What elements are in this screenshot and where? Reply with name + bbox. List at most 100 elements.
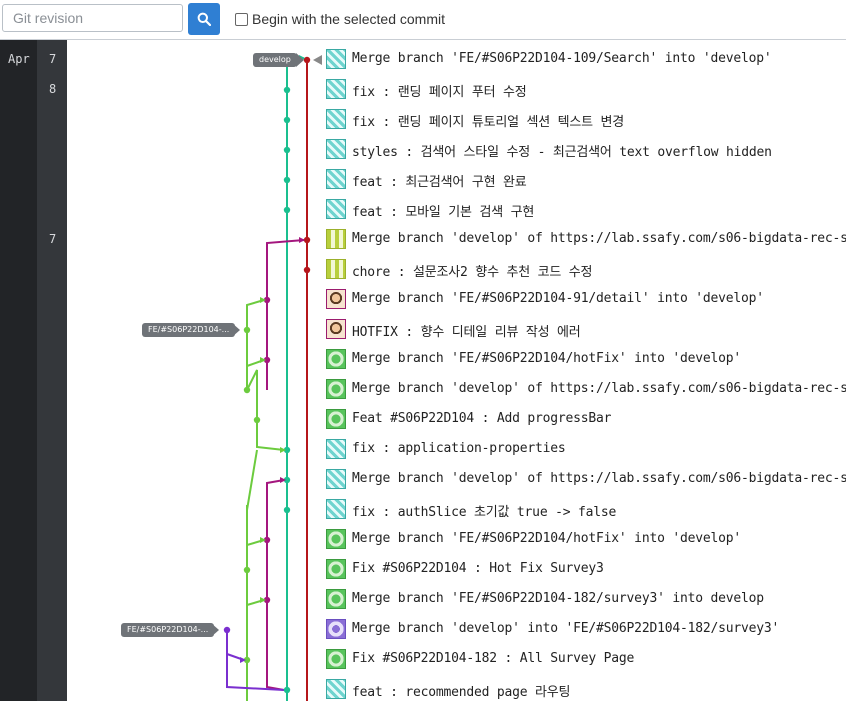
branch-line: [266, 600, 285, 691]
author-avatar: [326, 409, 346, 429]
day-label: 7: [49, 52, 57, 66]
merge-arrow: [299, 237, 305, 243]
author-avatar: [326, 289, 346, 309]
commit-node[interactable]: [283, 506, 291, 514]
commit-row[interactable]: Fix #S06P22D104-182 : All Survey Page: [326, 645, 846, 675]
commit-message: chore : 설문조사2 향수 추천 코드 수정: [352, 265, 593, 280]
commit-node[interactable]: [283, 116, 291, 124]
search-button[interactable]: [188, 3, 220, 35]
author-avatar: [326, 589, 346, 609]
commit-message: Merge branch 'FE/#S06P22D104/hotFix' int…: [352, 351, 741, 366]
commit-row[interactable]: Fix #S06P22D104 : Hot Fix Survey3: [326, 555, 846, 585]
commit-node[interactable]: [243, 566, 251, 574]
author-avatar: [326, 529, 346, 549]
commit-message: Feat #S06P22D104 : Add progressBar: [352, 411, 612, 426]
ref-tag-fe-branch[interactable]: FE/#S06P22D104-...: [142, 323, 236, 337]
commit-row[interactable]: fix : 랜딩 페이지 튜토리얼 섹션 텍스트 변경: [326, 105, 846, 135]
commit-message: feat : recommended page 라우팅: [352, 685, 571, 700]
commit-message: Merge branch 'develop' of https://lab.ss…: [352, 471, 846, 486]
author-avatar: [326, 259, 346, 279]
commit-message: feat : 모바일 기본 검색 구현: [352, 205, 535, 220]
commit-row[interactable]: Merge branch 'FE/#S06P22D104/hotFix' int…: [326, 525, 846, 555]
ref-tag-fe-branch[interactable]: FE/#S06P22D104-...: [121, 623, 215, 637]
commit-message: Merge branch 'FE/#S06P22D104-109/Search'…: [352, 51, 772, 66]
commit-message: Merge branch 'develop' of https://lab.ss…: [352, 231, 846, 246]
author-avatar: [326, 469, 346, 489]
branch-line: [246, 539, 265, 570]
ref-tag-pointer: [211, 623, 219, 637]
commit-row[interactable]: Merge branch 'develop' of https://lab.ss…: [326, 225, 846, 255]
author-avatar: [326, 559, 346, 579]
git-revision-input[interactable]: [2, 4, 183, 32]
commit-message: Fix #S06P22D104 : Hot Fix Survey3: [352, 561, 604, 576]
commit-message: fix : application-properties: [352, 441, 566, 456]
commit-row[interactable]: styles : 검색어 스타일 수정 - 최근검색어 text overflo…: [326, 135, 846, 165]
ref-tag-pointer: [232, 323, 240, 337]
commit-message: Merge branch 'develop' into 'FE/#S06P22D…: [352, 621, 780, 636]
month-column: [0, 40, 37, 701]
commit-message: Merge branch 'FE/#S06P22D104/hotFix' int…: [352, 531, 741, 546]
commit-message: fix : 랜딩 페이지 푸터 수정: [352, 85, 527, 100]
commit-message: feat : 최근검색어 구현 완료: [352, 175, 527, 190]
author-avatar: [326, 139, 346, 159]
commit-row[interactable]: fix : authSlice 초기값 true -> false: [326, 495, 846, 525]
commit-row[interactable]: Merge branch 'FE/#S06P22D104/hotFix' int…: [326, 345, 846, 375]
commit-row[interactable]: feat : 최근검색어 구현 완료: [326, 165, 846, 195]
commit-node[interactable]: [283, 146, 291, 154]
branch-line: [266, 479, 285, 540]
author-avatar: [326, 199, 346, 219]
commit-node[interactable]: [253, 416, 261, 424]
author-avatar: [326, 229, 346, 249]
author-avatar: [326, 49, 346, 69]
commit-row[interactable]: Merge branch 'develop' of https://lab.ss…: [326, 465, 846, 495]
author-avatar: [326, 79, 346, 99]
author-avatar: [326, 379, 346, 399]
commit-message: Merge branch 'FE/#S06P22D104-182/survey3…: [352, 591, 764, 606]
commit-node[interactable]: [283, 176, 291, 184]
commit-node[interactable]: [283, 686, 291, 694]
author-avatar: [326, 319, 346, 339]
commit-row[interactable]: chore : 설문조사2 향수 추천 코드 수정: [326, 255, 846, 285]
commit-row[interactable]: Merge branch 'FE/#S06P22D104-182/survey3…: [326, 585, 846, 615]
day-column: [37, 40, 67, 701]
commit-node[interactable]: [303, 56, 311, 64]
commit-node[interactable]: [283, 206, 291, 214]
commit-message: Merge branch 'FE/#S06P22D104-91/detail' …: [352, 291, 764, 306]
toolbar: Begin with the selected commit: [0, 0, 846, 40]
commit-message: fix : authSlice 초기값 true -> false: [352, 505, 617, 520]
begin-with-selected-commit-option[interactable]: Begin with the selected commit: [235, 11, 445, 27]
begin-with-selected-commit-checkbox[interactable]: [235, 12, 248, 26]
author-avatar: [326, 649, 346, 669]
begin-with-selected-commit-label: Begin with the selected commit: [252, 11, 445, 27]
commit-row[interactable]: Feat #S06P22D104 : Add progressBar: [326, 405, 846, 435]
commit-message: HOTFIX : 향수 디테일 리뷰 작성 에러: [352, 325, 581, 340]
branch-line: [246, 449, 258, 511]
commit-node[interactable]: [243, 326, 251, 334]
ref-tag-develop[interactable]: develop: [253, 53, 297, 67]
author-avatar: [326, 349, 346, 369]
commit-row[interactable]: Merge branch 'develop' of https://lab.ss…: [326, 375, 846, 405]
commit-graph: [223, 55, 311, 701]
commit-row[interactable]: Merge branch 'FE/#S06P22D104-91/detail' …: [326, 285, 846, 315]
commit-row[interactable]: fix : 랜딩 페이지 푸터 수정: [326, 75, 846, 105]
commit-row[interactable]: HOTFIX : 향수 디테일 리뷰 작성 에러: [326, 315, 846, 345]
commit-node[interactable]: [223, 626, 231, 634]
commit-row[interactable]: Merge branch 'develop' into 'FE/#S06P22D…: [326, 615, 846, 645]
author-avatar: [326, 169, 346, 189]
commit-message: fix : 랜딩 페이지 튜토리얼 섹션 텍스트 변경: [352, 115, 625, 130]
commit-node[interactable]: [303, 266, 311, 274]
commit-node[interactable]: [283, 86, 291, 94]
author-avatar: [326, 439, 346, 459]
branch-line: [246, 369, 258, 420]
commit-row[interactable]: fix : application-properties: [326, 435, 846, 465]
author-avatar: [326, 109, 346, 129]
commit-row[interactable]: Merge branch 'FE/#S06P22D104-109/Search'…: [326, 45, 846, 75]
commit-row[interactable]: feat : 모바일 기본 검색 구현: [326, 195, 846, 225]
commit-node[interactable]: [243, 386, 251, 394]
branch-line: [266, 239, 305, 300]
commit-message: Fix #S06P22D104-182 : All Survey Page: [352, 651, 635, 666]
day-label: 8: [49, 82, 57, 96]
search-icon: [197, 12, 211, 26]
day-label: 7: [49, 232, 57, 246]
ref-tag-pointer: [296, 53, 304, 67]
